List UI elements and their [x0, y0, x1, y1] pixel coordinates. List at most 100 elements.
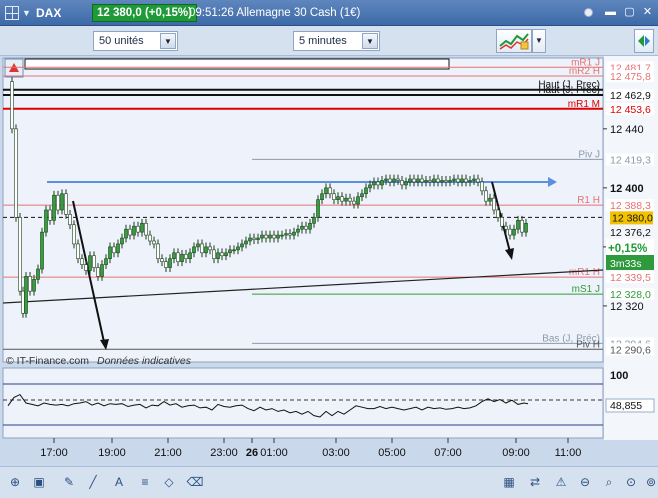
level-label: Piv J	[578, 149, 600, 160]
layout-icon[interactable]: ▦	[500, 473, 518, 491]
chevron-down-icon[interactable]: ▼	[160, 33, 176, 49]
candle	[372, 181, 376, 186]
instrument-time-name: 09:51:26 Allemagne 30 Cash (1€)	[189, 7, 361, 19]
level-value: 12 388,3	[610, 200, 651, 212]
zoom-in-icon[interactable]: ⊕	[6, 473, 24, 491]
candle	[264, 234, 268, 239]
candle	[420, 178, 424, 183]
candle	[316, 199, 320, 218]
candle	[476, 178, 480, 183]
time-tick-label: 03:00	[322, 447, 350, 459]
price-chart[interactable]: mR1 J 12 481,7mR2 H 12 475,8Haut (J, Prec)…	[0, 56, 658, 466]
chevron-down-icon[interactable]: ▼	[362, 33, 378, 49]
candle	[284, 233, 288, 236]
candle	[64, 193, 68, 215]
fibonacci-icon[interactable]: ≡	[136, 473, 154, 491]
status-dot-icon	[584, 8, 593, 17]
alert-icon[interactable]: ⚠	[552, 473, 570, 491]
indicators-button[interactable]	[496, 29, 532, 53]
candle	[404, 181, 408, 186]
candle	[484, 190, 488, 202]
title-bar: ▼ DAX 12 380,0 (+0,15%) 09:51:26 Allemag…	[0, 0, 658, 26]
candle	[124, 228, 128, 239]
interval-select[interactable]: 5 minutes ▼	[293, 31, 380, 51]
eraser-icon[interactable]: ⌫	[186, 473, 204, 491]
price-plot-area[interactable]	[2, 57, 604, 363]
chevron-down-icon[interactable]: ▼	[22, 0, 31, 26]
level-value: 12 328,0	[610, 289, 651, 301]
candle	[260, 234, 264, 239]
indicators-icon	[499, 33, 529, 50]
candle	[152, 240, 156, 245]
candle	[80, 258, 84, 265]
units-select[interactable]: 50 unités ▼	[93, 31, 178, 51]
level-label: mR1 H	[569, 267, 600, 278]
candle	[156, 243, 160, 259]
minimize-icon[interactable]: ▬	[604, 6, 617, 19]
zoom-out-icon[interactable]: ⊖	[576, 473, 594, 491]
navigation-button[interactable]	[634, 29, 654, 53]
search-icon[interactable]: ⌕	[600, 473, 618, 491]
candle	[272, 234, 276, 239]
drawing-tools-icon[interactable]: ✎	[60, 473, 78, 491]
countdown-label: 3m33s	[610, 258, 642, 270]
candle	[204, 246, 208, 254]
candle	[60, 193, 64, 211]
oscillator-plot-area[interactable]	[2, 367, 604, 439]
candle	[196, 243, 200, 248]
candle	[21, 290, 25, 314]
candle	[332, 193, 336, 200]
candle	[208, 246, 212, 251]
candle	[408, 178, 412, 183]
shapes-icon[interactable]: ◇	[160, 473, 178, 491]
candle	[524, 222, 528, 233]
candle	[160, 258, 164, 262]
candle	[72, 224, 76, 245]
candle	[300, 225, 304, 230]
level-label: R1 H	[577, 195, 600, 206]
candle	[256, 237, 260, 240]
maximize-icon[interactable]: ▢	[623, 6, 636, 19]
close-icon[interactable]: ✕	[641, 6, 654, 19]
candle	[132, 225, 136, 236]
time-tick-label: 05:00	[378, 447, 406, 459]
candle	[488, 197, 492, 202]
candle	[492, 197, 496, 211]
price-tick-label: 12 400	[610, 183, 644, 195]
candle	[68, 214, 72, 226]
candle	[140, 222, 144, 233]
text-tool-icon[interactable]: A	[110, 473, 128, 491]
candle	[44, 209, 48, 233]
candle	[412, 178, 416, 183]
candle	[444, 180, 448, 183]
candle	[464, 178, 468, 183]
grid-icon[interactable]	[5, 6, 19, 20]
candle	[312, 217, 316, 224]
candle	[32, 279, 36, 292]
candle	[18, 217, 22, 292]
candle	[520, 220, 524, 233]
level-label: mS1 J	[572, 284, 600, 295]
trend-line-icon[interactable]: ╱	[84, 473, 102, 491]
instrument-symbol[interactable]: DAX	[36, 0, 61, 26]
candle	[100, 264, 104, 277]
candle	[384, 178, 388, 181]
zoom-reset-icon[interactable]: ⊚	[642, 473, 658, 491]
indicators-dropdown[interactable]: ▼	[532, 29, 546, 53]
candle	[296, 228, 300, 233]
candle	[148, 234, 152, 242]
level-value: 12 419,3	[610, 154, 651, 166]
current-price-label: 12 380,0	[612, 212, 653, 224]
candle	[104, 258, 108, 265]
compare-icon[interactable]: ⇄	[526, 473, 544, 491]
candle	[456, 178, 460, 183]
source-note: Données indicatives	[97, 355, 192, 367]
candle	[468, 180, 472, 183]
candle	[180, 253, 184, 262]
candle	[432, 178, 436, 183]
candle	[92, 255, 96, 268]
magnifier-icon[interactable]: ⊙	[622, 473, 640, 491]
candle	[168, 258, 172, 268]
candle	[448, 180, 452, 183]
save-icon[interactable]: ▣	[30, 473, 48, 491]
